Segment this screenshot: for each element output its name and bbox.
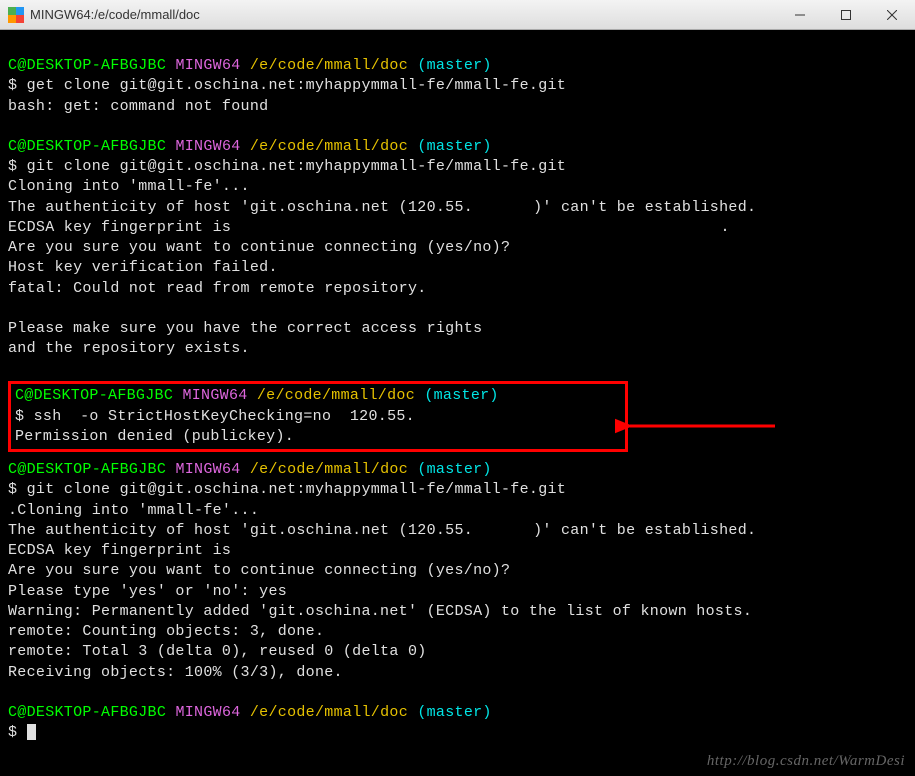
watermark: http://blog.csdn.net/WarmDesi: [707, 753, 905, 770]
prompt-line: C@DESKTOP-AFBGJBC MINGW64 /e/code/mmall/…: [15, 386, 621, 406]
blank-line: [8, 299, 907, 319]
output-line: ECDSA key fingerprint is .: [8, 218, 907, 238]
prompt-line: C@DESKTOP-AFBGJBC MINGW64 /e/code/mmall/…: [8, 460, 907, 480]
output-line: remote: Counting objects: 3, done.: [8, 622, 907, 642]
output-line: Are you sure you want to continue connec…: [8, 238, 907, 258]
output-line: remote: Total 3 (delta 0), reused 0 (del…: [8, 642, 907, 662]
redacted-ip: [415, 409, 475, 423]
maximize-button[interactable]: [823, 0, 869, 29]
cmd-line: $ get clone git@git.oschina.net:myhappym…: [8, 76, 907, 96]
output-line: Please make sure you have the correct ac…: [8, 319, 907, 339]
terminal[interactable]: C@DESKTOP-AFBGJBC MINGW64 /e/code/mmall/…: [0, 30, 915, 751]
output-line: Are you sure you want to continue connec…: [8, 561, 907, 581]
highlighted-box: C@DESKTOP-AFBGJBC MINGW64 /e/code/mmall/…: [8, 381, 628, 452]
output-line: .Cloning into 'mmall-fe'...: [8, 501, 907, 521]
minimize-button[interactable]: [777, 0, 823, 29]
output-line: bash: get: command not found: [8, 97, 907, 117]
prompt-line: C@DESKTOP-AFBGJBC MINGW64 /e/code/mmall/…: [8, 137, 907, 157]
output-line: Host key verification failed.: [8, 258, 907, 278]
redacted-fingerprint: [241, 222, 721, 232]
cmd-line: $ git clone git@git.oschina.net:myhappym…: [8, 157, 907, 177]
output-line: Please type 'yes' or 'no': yes: [8, 582, 907, 602]
output-line: and the repository exists.: [8, 339, 907, 359]
cmd: get clone git@git.oschina.net:myhappymma…: [27, 77, 566, 94]
output-line: Cloning into 'mmall-fe'...: [8, 177, 907, 197]
prompt-line: C@DESKTOP-AFBGJBC MINGW64 /e/code/mmall/…: [8, 703, 907, 723]
close-button[interactable]: [869, 0, 915, 29]
prompt-line: C@DESKTOP-AFBGJBC MINGW64 /e/code/mmall/…: [8, 56, 907, 76]
window-title: MINGW64:/e/code/mmall/doc: [30, 7, 200, 22]
redacted-ip: [473, 523, 533, 537]
cmd: git clone git@git.oschina.net:myhappymma…: [27, 481, 566, 498]
prompt-path: /e/code/mmall/doc: [250, 57, 408, 74]
output-line: The authenticity of host 'git.oschina.ne…: [8, 198, 907, 218]
redacted-fingerprint: [241, 545, 721, 555]
prompt-userhost: C@DESKTOP-AFBGJBC: [8, 57, 166, 74]
output-line: The authenticity of host 'git.oschina.ne…: [8, 521, 907, 541]
blank-line: [8, 36, 907, 56]
output-line: fatal: Could not read from remote reposi…: [8, 279, 907, 299]
blank-line: [8, 359, 907, 379]
redacted-ip: [473, 200, 533, 214]
cmd-line[interactable]: $: [8, 723, 907, 743]
titlebar: MINGW64:/e/code/mmall/doc: [0, 0, 915, 30]
cursor-icon: [27, 724, 36, 740]
prompt-env: MINGW64: [175, 57, 240, 74]
cmd-line: $ ssh -o StrictHostKeyChecking=no 120.55…: [15, 407, 621, 427]
cmd: git clone git@git.oschina.net:myhappymma…: [27, 158, 566, 175]
cmd: ssh -o StrictHostKeyChecking=no 120.55.: [34, 408, 415, 425]
window-controls: [777, 0, 915, 29]
output-line: Receiving objects: 100% (3/3), done.: [8, 663, 907, 683]
blank-line: [8, 117, 907, 137]
app-icon: [8, 7, 24, 23]
titlebar-left: MINGW64:/e/code/mmall/doc: [8, 7, 200, 23]
output-line: ECDSA key fingerprint is: [8, 541, 907, 561]
output-line: Warning: Permanently added 'git.oschina.…: [8, 602, 907, 622]
prompt-branch: (master): [417, 57, 491, 74]
cmd-line: $ git clone git@git.oschina.net:myhappym…: [8, 480, 907, 500]
output-line: Permission denied (publickey).: [15, 427, 621, 447]
blank-line: [8, 683, 907, 703]
